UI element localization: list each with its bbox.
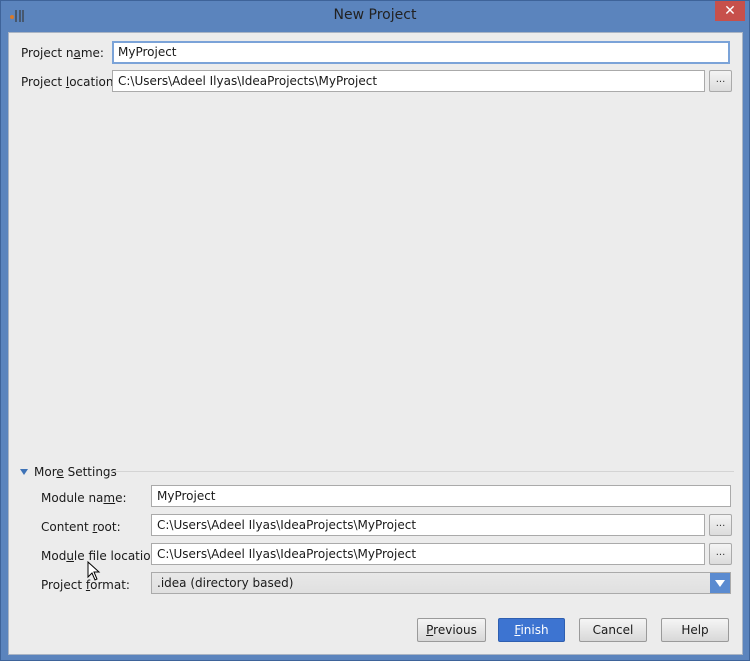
label-text: Project n: [21, 46, 74, 60]
content-root-input[interactable]: C:\Users\Adeel Ilyas\IdeaProjects\MyProj…: [151, 514, 705, 536]
label-text: Project: [41, 578, 86, 592]
dropdown-arrow-icon[interactable]: [710, 573, 730, 593]
button-label: revious: [433, 623, 477, 637]
mnemonic: a: [73, 46, 81, 60]
label-text: me:: [80, 46, 104, 60]
module-name-label: Module name:: [41, 491, 127, 505]
more-settings-toggle[interactable]: More Settings: [20, 465, 117, 479]
expand-triangle-icon: [20, 469, 28, 475]
mnemonic: m: [103, 491, 116, 505]
close-icon: ✕: [724, 3, 736, 19]
close-button[interactable]: ✕: [715, 1, 745, 21]
label-text: Project: [21, 75, 66, 89]
module-name-input[interactable]: MyProject: [151, 485, 731, 507]
help-button[interactable]: Help: [661, 618, 729, 642]
project-format-label: Project format:: [41, 578, 130, 592]
project-name-input[interactable]: MyProject: [112, 41, 730, 64]
window-title: New Project: [333, 7, 417, 23]
project-location-input[interactable]: C:\Users\Adeel Ilyas\IdeaProjects\MyProj…: [112, 70, 705, 92]
project-format-select[interactable]: .idea (directory based): [151, 572, 731, 594]
cancel-button[interactable]: Cancel: [579, 618, 647, 642]
dialog-content: Project name: MyProject Project location…: [8, 32, 743, 655]
label-text: ocation:: [69, 75, 118, 89]
finish-button[interactable]: Finish: [498, 618, 565, 642]
title-bar[interactable]: New Project ✕: [1, 1, 749, 31]
label-text: oot:: [97, 520, 121, 534]
browse-content-root-button[interactable]: ...: [709, 514, 732, 536]
label-text: Content: [41, 520, 93, 534]
label-text: Mod: [41, 549, 67, 563]
label-text: Mor: [34, 465, 57, 479]
mnemonic: e: [56, 465, 64, 479]
project-location-label: Project location:: [21, 75, 118, 89]
content-root-label: Content root:: [41, 520, 121, 534]
label-text: Module na: [41, 491, 104, 505]
browse-project-location-button[interactable]: ...: [709, 70, 732, 92]
label-text: e:: [115, 491, 127, 505]
previous-button[interactable]: Previous: [417, 618, 486, 642]
label-text: Settings: [63, 465, 117, 479]
module-file-location-label: Module file location:: [41, 549, 162, 563]
browse-module-file-button[interactable]: ...: [709, 543, 732, 565]
module-file-location-input[interactable]: C:\Users\Adeel Ilyas\IdeaProjects\MyProj…: [151, 543, 705, 565]
button-label: inish: [520, 623, 549, 637]
selected-format: .idea (directory based): [157, 576, 294, 590]
mouse-cursor-icon: [87, 561, 101, 581]
new-project-dialog: New Project ✕ Project name: MyProject Pr…: [0, 0, 750, 661]
project-name-label: Project name:: [21, 46, 104, 60]
section-separator: [111, 471, 734, 472]
mnemonic: u: [66, 549, 74, 563]
